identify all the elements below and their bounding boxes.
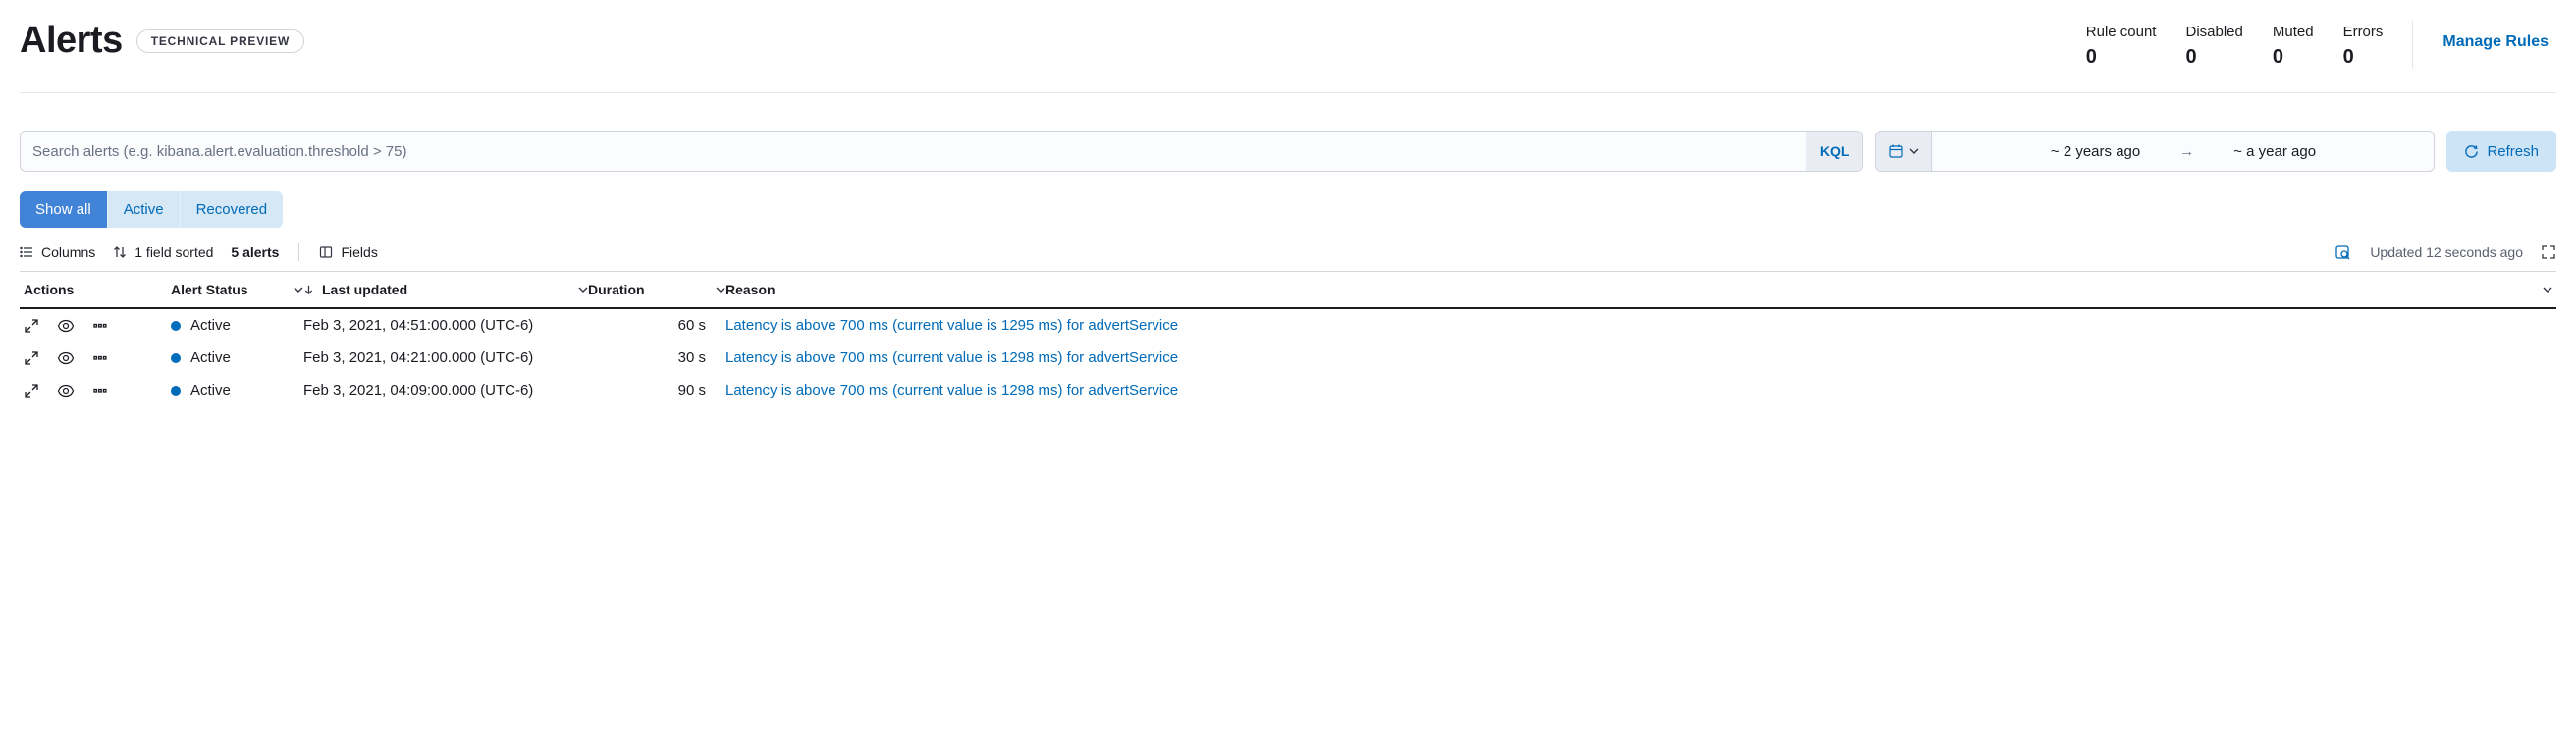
refresh-icon <box>2464 144 2479 159</box>
sort-label: 1 field sorted <box>134 244 213 260</box>
col-header-actions: Actions <box>24 282 171 297</box>
time-range-display[interactable]: ~ 2 years ago → ~ a year ago <box>1932 132 2434 171</box>
stat-errors: Errors 0 <box>2343 24 2384 69</box>
last-updated-cell: Feb 3, 2021, 04:09:00.000 (UTC-6) <box>303 382 588 399</box>
refresh-label: Refresh <box>2487 143 2539 160</box>
time-arrow: → <box>2179 143 2194 160</box>
kql-button[interactable]: KQL <box>1806 132 1863 171</box>
col-header-duration-label: Duration <box>588 282 645 297</box>
status-dot <box>171 353 181 363</box>
more-icon[interactable] <box>92 350 108 366</box>
chevron-down-icon <box>1909 146 1919 156</box>
eye-icon[interactable] <box>57 318 75 334</box>
chevron-down-icon[interactable] <box>578 285 588 294</box>
table-row: Active Feb 3, 2021, 04:51:00.000 (UTC-6)… <box>20 309 2556 342</box>
sort-icon <box>113 245 127 259</box>
more-icon[interactable] <box>92 318 108 334</box>
columns-button[interactable]: Columns <box>20 244 95 260</box>
expand-icon[interactable] <box>24 350 39 366</box>
col-header-status[interactable]: Alert Status <box>171 282 303 297</box>
table-row: Active Feb 3, 2021, 04:21:00.000 (UTC-6)… <box>20 342 2556 374</box>
stat-value: 0 <box>2273 46 2314 69</box>
col-header-duration[interactable]: Duration <box>588 282 725 297</box>
time-to: ~ a year ago <box>2233 143 2316 160</box>
stat-label: Disabled <box>2185 24 2242 40</box>
stat-label: Rule count <box>2086 24 2157 40</box>
columns-label: Columns <box>41 244 95 260</box>
reason-link[interactable]: Latency is above 700 ms (current value i… <box>725 317 2552 334</box>
stat-value: 0 <box>2185 46 2242 69</box>
alert-count-label: 5 alerts <box>231 244 279 260</box>
status-label: Active <box>190 349 231 366</box>
page-title: Alerts <box>20 20 123 62</box>
col-header-last-updated-label: Last updated <box>322 282 407 297</box>
filter-recovered[interactable]: Recovered <box>180 191 284 228</box>
status-dot <box>171 321 181 331</box>
status-label: Active <box>190 382 231 399</box>
eye-icon[interactable] <box>57 350 75 366</box>
chevron-down-icon[interactable] <box>294 285 303 294</box>
col-header-reason-label: Reason <box>725 282 776 297</box>
stat-value: 0 <box>2343 46 2384 69</box>
filter-active[interactable]: Active <box>107 191 180 228</box>
stat-muted: Muted 0 <box>2273 24 2314 69</box>
updated-label: Updated 12 seconds ago <box>2370 244 2523 260</box>
calendar-icon <box>1888 143 1904 159</box>
filter-show-all[interactable]: Show all <box>20 191 107 228</box>
technical-preview-badge: TECHNICAL PREVIEW <box>136 29 304 53</box>
stat-value: 0 <box>2086 46 2157 69</box>
stat-rule-count: Rule count 0 <box>2086 24 2157 69</box>
duration-cell: 30 s <box>588 349 725 366</box>
manage-rules-link[interactable]: Manage Rules <box>2442 20 2549 51</box>
reason-link[interactable]: Latency is above 700 ms (current value i… <box>725 382 2552 399</box>
date-picker-button[interactable] <box>1876 132 1932 171</box>
expand-icon[interactable] <box>24 383 39 399</box>
toolbar-separator <box>298 243 299 261</box>
refresh-button[interactable]: Refresh <box>2446 131 2556 172</box>
more-icon[interactable] <box>92 383 108 399</box>
status-dot <box>171 386 181 396</box>
chevron-down-icon[interactable] <box>716 285 725 294</box>
reason-link[interactable]: Latency is above 700 ms (current value i… <box>725 349 2552 366</box>
stat-disabled: Disabled 0 <box>2185 24 2242 69</box>
col-header-reason[interactable]: Reason <box>725 282 2552 297</box>
duration-cell: 90 s <box>588 382 725 399</box>
sort-down-icon <box>303 285 314 295</box>
search-input[interactable] <box>21 132 1806 171</box>
stat-label: Muted <box>2273 24 2314 40</box>
fields-icon <box>319 245 333 259</box>
stat-label: Errors <box>2343 24 2384 40</box>
time-picker: ~ 2 years ago → ~ a year ago <box>1875 131 2435 172</box>
table-row: Active Feb 3, 2021, 04:09:00.000 (UTC-6)… <box>20 374 2556 406</box>
last-updated-cell: Feb 3, 2021, 04:51:00.000 (UTC-6) <box>303 317 588 334</box>
expand-icon[interactable] <box>24 318 39 334</box>
status-label: Active <box>190 317 231 334</box>
status-filter-group: Show all Active Recovered <box>20 191 283 228</box>
chevron-down-icon[interactable] <box>2543 285 2552 294</box>
time-from: ~ 2 years ago <box>2051 143 2140 160</box>
table-header-row: Actions Alert Status Last updated Durati… <box>20 272 2556 309</box>
list-icon <box>20 245 33 259</box>
sort-button[interactable]: 1 field sorted <box>113 244 213 260</box>
rule-stats: Rule count 0 Disabled 0 Muted 0 Errors 0 <box>2086 20 2414 69</box>
last-updated-cell: Feb 3, 2021, 04:21:00.000 (UTC-6) <box>303 349 588 366</box>
fullscreen-icon[interactable] <box>2541 244 2556 260</box>
fields-label: Fields <box>341 244 377 260</box>
fields-button[interactable]: Fields <box>319 244 377 260</box>
col-header-status-label: Alert Status <box>171 282 248 297</box>
search-box: KQL <box>20 131 1863 172</box>
inspect-icon[interactable] <box>2334 243 2352 261</box>
col-header-last-updated[interactable]: Last updated <box>303 282 588 297</box>
eye-icon[interactable] <box>57 383 75 399</box>
duration-cell: 60 s <box>588 317 725 334</box>
